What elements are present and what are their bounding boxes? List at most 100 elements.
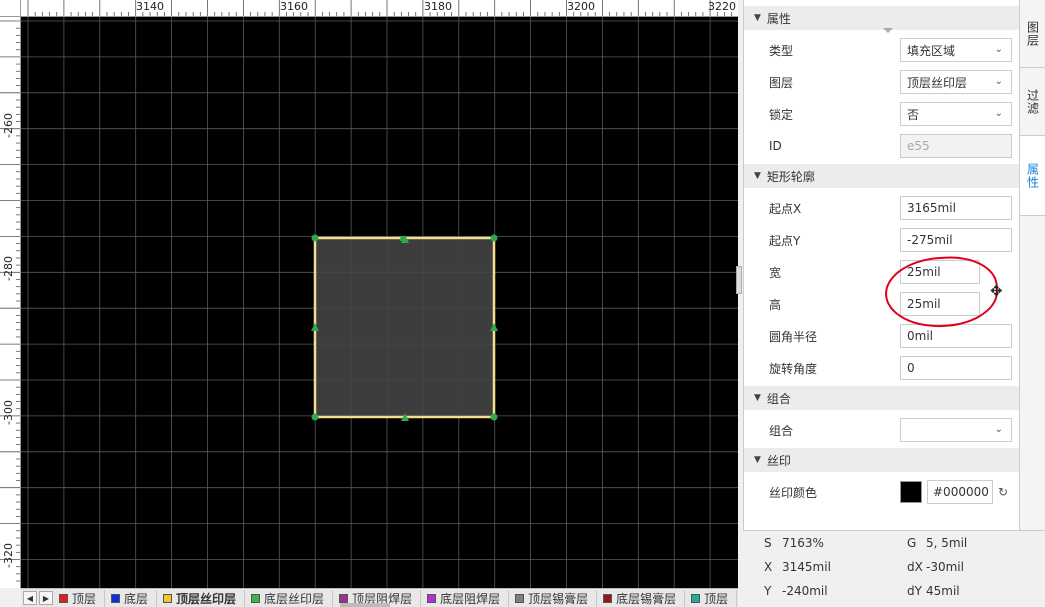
side-tabs: 图层 过滤 属性 [1019,0,1045,530]
status-key: G [907,536,917,550]
start-y-value: -275mil [907,233,953,247]
status-key: dY [907,584,922,598]
ruler-left: -260 -280 -300 -320 [0,17,21,588]
status-key: S [764,536,772,550]
layer-select[interactable]: 顶层丝印层 ⌄ [900,70,1012,94]
layer-tab[interactable]: 底层丝印层 [245,589,334,607]
layer-tab[interactable]: 顶层 [685,589,738,607]
layer-tab-label: 顶层 [72,591,97,606]
silk-color-input[interactable]: #000000 [927,480,993,504]
layer-tab[interactable]: 底层阻焊层 [421,589,510,607]
collapse-caret-icon[interactable]: ▼ [754,455,761,465]
layer-tab[interactable]: 底层 [105,589,158,607]
status-value: -30mil [926,560,964,574]
collapse-caret-icon[interactable]: ▼ [754,393,761,403]
id-field: e55 [900,134,1012,158]
corner-handle[interactable] [311,234,319,242]
tab-scroll-left-icon[interactable]: ◀ [23,591,37,605]
pcb-canvas[interactable] [21,17,738,588]
corner-radius-input[interactable]: 0mil [900,324,1012,348]
ruler-top-label: 3200 [567,0,595,13]
property-panel: ▼ 属性 类型 填充区域 ⌄ 图层 顶层丝印层 ⌄ 锁定 否 ⌄ ID e55 … [743,0,1019,530]
layer-color-swatch [59,593,68,603]
prop-row-type: 类型 填充区域 ⌄ [744,34,1019,66]
layer-tab[interactable]: 底层锡膏层 [597,589,686,607]
tab-scroll-right-icon[interactable]: ▶ [39,591,53,605]
panel-pointer-notch [883,28,893,33]
section-title: 组合 [766,391,791,406]
layer-tab-label: 顶层 [704,591,729,606]
ruler-left-ticks [0,20,20,582]
prop-row-rotation: 旋转角度 0 [744,352,1019,384]
move-cursor-icon: ✥ [990,282,1003,300]
status-panel: S 7163% G 5, 5mil X 3145mil dX -30mil Y … [743,530,1045,607]
ruler-left-label: -320 [2,543,15,568]
chevron-down-icon: ⌄ [994,76,1003,87]
start-x-input[interactable]: 3165mil [900,196,1012,220]
horizontal-scroll-thumb[interactable] [340,603,390,607]
prop-row-height: 高 25mil [744,288,1019,320]
lock-select-value: 否 [907,107,920,122]
ruler-left-label: -260 [2,113,15,138]
corner-handle[interactable] [490,413,498,421]
section-title: 丝印 [766,453,791,468]
layer-tab[interactable]: 顶层锡膏层 [509,589,598,607]
width-input[interactable]: 25mil [900,260,980,284]
section-title: 矩形轮廓 [766,169,815,184]
layer-tab[interactable]: 顶层 [53,589,106,607]
height-input[interactable]: 25mil [900,292,980,316]
start-y-input[interactable]: -275mil [900,228,1012,252]
layer-tab-label: 顶层锡膏层 [528,591,589,606]
section-title: 属性 [766,11,791,26]
section-header-rect-outline[interactable]: ▼ 矩形轮廓 [744,164,1019,188]
status-value: 3145mil [782,560,831,574]
status-row: X 3145mil dX -30mil [743,555,1045,579]
status-value: 7163% [782,536,824,550]
status-value: 5, 5mil [926,536,968,550]
width-value: 25mil [907,265,941,279]
layer-color-swatch [339,593,349,603]
corner-handle[interactable] [490,234,498,242]
layer-tab-label: 底层阻焊层 [440,591,501,606]
prop-label: 组合 [769,423,794,438]
status-key: X [764,560,773,574]
selected-fill-region[interactable] [313,236,496,419]
lock-select[interactable]: 否 ⌄ [900,102,1012,126]
prop-row-id: ID e55 [744,130,1019,162]
prop-label: 类型 [769,43,794,58]
height-value: 25mil [907,297,941,311]
ruler-top-label: 3160 [280,0,308,13]
corner-handle[interactable] [311,413,319,421]
layer-color-swatch [427,593,437,603]
id-value: e55 [907,139,930,153]
ruler-corner [0,0,21,17]
silk-color-swatch[interactable] [900,481,922,503]
tab-layers[interactable]: 图层 [1020,0,1045,68]
layer-tab[interactable]: 顶层丝印层 [157,589,246,607]
group-select[interactable]: ⌄ [900,418,1012,442]
prop-row-lock: 锁定 否 ⌄ [744,98,1019,130]
type-select[interactable]: 填充区域 ⌄ [900,38,1012,62]
prop-label: 圆角半径 [769,329,818,344]
chevron-down-icon: ⌄ [994,108,1003,119]
tab-properties[interactable]: 属性 [1020,136,1045,216]
panel-splitter-handle[interactable] [736,266,742,294]
section-header-group[interactable]: ▼ 组合 [744,386,1019,410]
rotation-input[interactable]: 0 [900,356,1012,380]
layer-color-swatch [111,593,121,603]
section-header-properties[interactable]: ▼ 属性 [744,6,1019,30]
refresh-icon[interactable]: ↻ [998,485,1008,499]
tab-filter[interactable]: 过滤 [1020,68,1045,136]
prop-row-layer: 图层 顶层丝印层 ⌄ [744,66,1019,98]
prop-row-start-x: 起点X 3165mil [744,192,1019,224]
prop-label: 旋转角度 [769,361,818,376]
ruler-top-label: 3140 [136,0,164,13]
section-header-silkscreen[interactable]: ▼ 丝印 [744,448,1019,472]
prop-row-corner-radius: 圆角半径 0mil [744,320,1019,352]
start-x-value: 3165mil [907,201,956,215]
collapse-caret-icon[interactable]: ▼ [754,171,761,181]
collapse-caret-icon[interactable]: ▼ [754,13,761,23]
prop-label: ID [769,139,782,153]
prop-label: 高 [769,297,782,312]
canvas-drawing[interactable] [21,17,738,588]
